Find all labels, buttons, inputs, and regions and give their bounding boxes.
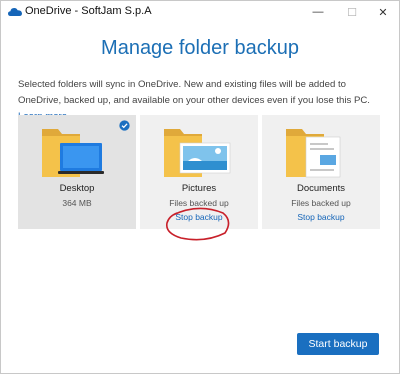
backup-status-documents: Files backed up [291,198,351,208]
folder-card-desktop[interactable]: Desktop 364 MB [18,115,136,229]
close-button[interactable]: ✕ [367,1,399,23]
pictures-folder-icon [164,129,231,177]
minimize-button[interactable]: — [302,1,334,23]
documents-folder-icon [286,129,341,178]
window-title: OneDrive - SoftJam S.p.A [25,5,152,17]
title-bar: OneDrive - SoftJam S.p.A — ☐ ✕ [1,1,399,23]
checkmark-icon [119,120,130,131]
folder-size-desktop: 364 MB [62,198,92,208]
folder-label-desktop: Desktop [59,183,95,194]
stop-backup-link-documents[interactable]: Stop backup [262,212,380,222]
folder-label-documents: Documents [296,183,346,194]
desktop-folder-icon [42,129,104,177]
start-backup-button[interactable]: Start backup [297,333,379,355]
annotation-ellipse [165,207,230,241]
description-text: Selected folders will sync in OneDrive. … [18,79,370,106]
onedrive-cloud-icon [8,8,22,16]
folder-card-documents[interactable]: Documents Files backed up Stop backup [262,115,380,229]
maximize-button[interactable]: ☐ [336,1,368,23]
folder-label-pictures: Pictures [181,183,217,194]
onedrive-window: OneDrive - SoftJam S.p.A — ☐ ✕ Manage fo… [0,0,400,374]
page-title: Manage folder backup [101,37,299,59]
